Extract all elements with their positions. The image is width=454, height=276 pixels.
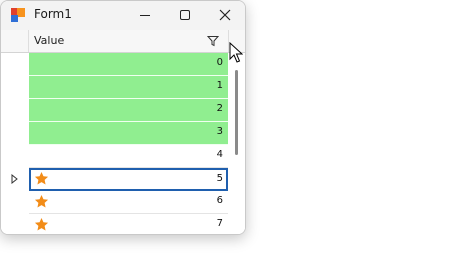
table-row[interactable]: 3 — [1, 122, 229, 145]
window-title: Form1 — [34, 7, 72, 21]
value-cell[interactable]: 4 — [29, 145, 228, 168]
row-header[interactable] — [1, 214, 28, 234]
maximize-icon — [180, 10, 190, 20]
app-icon — [11, 8, 25, 22]
grid-header: Value — [1, 30, 245, 53]
table-row[interactable]: 1 — [1, 76, 229, 99]
star-icon — [34, 217, 49, 231]
minimize-icon — [140, 15, 150, 16]
row-header[interactable] — [1, 145, 28, 168]
mouse-pointer-icon — [229, 42, 243, 63]
row-header[interactable] — [1, 168, 28, 191]
value-cell[interactable]: 3 — [29, 122, 228, 145]
title-bar[interactable]: Form1 — [1, 1, 245, 30]
table-row[interactable]: 7 — [1, 214, 229, 234]
star-icon — [34, 171, 49, 185]
value-cell[interactable]: 0 — [29, 53, 228, 76]
row-header[interactable] — [1, 53, 28, 76]
close-icon — [219, 9, 231, 21]
value-cell[interactable]: 6 — [29, 191, 228, 214]
close-button[interactable] — [205, 1, 245, 30]
value-cell[interactable]: 2 — [29, 99, 228, 122]
table-row[interactable]: 6 — [1, 191, 229, 214]
cell-value: 4 — [216, 149, 223, 160]
cell-value: 3 — [216, 126, 223, 137]
table-row[interactable]: 0 — [1, 53, 229, 76]
cell-value: 6 — [216, 195, 223, 206]
cell-value: 5 — [216, 173, 223, 184]
scrollbar-thumb[interactable] — [235, 70, 238, 155]
header-indicator-cell — [1, 30, 29, 52]
cell-value: 2 — [216, 103, 223, 114]
data-grid[interactable]: Value 0 1 2 3 4 5 6 7 — [1, 30, 245, 234]
row-header[interactable] — [1, 99, 28, 122]
cell-value: 7 — [216, 218, 223, 229]
vertical-scrollbar[interactable] — [229, 53, 245, 234]
maximize-button[interactable] — [165, 1, 205, 30]
row-header[interactable] — [1, 76, 28, 99]
value-cell[interactable]: 5 — [29, 168, 228, 191]
column-header-value[interactable]: Value — [34, 34, 64, 47]
form-window: Form1 Value 0 1 2 3 4 5 6 7 — [0, 0, 246, 235]
star-icon — [34, 194, 49, 208]
filter-icon[interactable] — [207, 35, 219, 47]
table-row[interactable]: 5 — [1, 168, 229, 191]
table-row[interactable]: 4 — [1, 145, 229, 168]
cell-value: 0 — [216, 57, 223, 68]
minimize-button[interactable] — [125, 1, 165, 30]
value-cell[interactable]: 1 — [29, 76, 228, 99]
cell-value: 1 — [216, 80, 223, 91]
row-header[interactable] — [1, 191, 28, 214]
table-row[interactable]: 2 — [1, 99, 229, 122]
row-header[interactable] — [1, 122, 28, 145]
triangle-right-icon — [11, 174, 18, 184]
value-cell[interactable]: 7 — [29, 214, 228, 234]
